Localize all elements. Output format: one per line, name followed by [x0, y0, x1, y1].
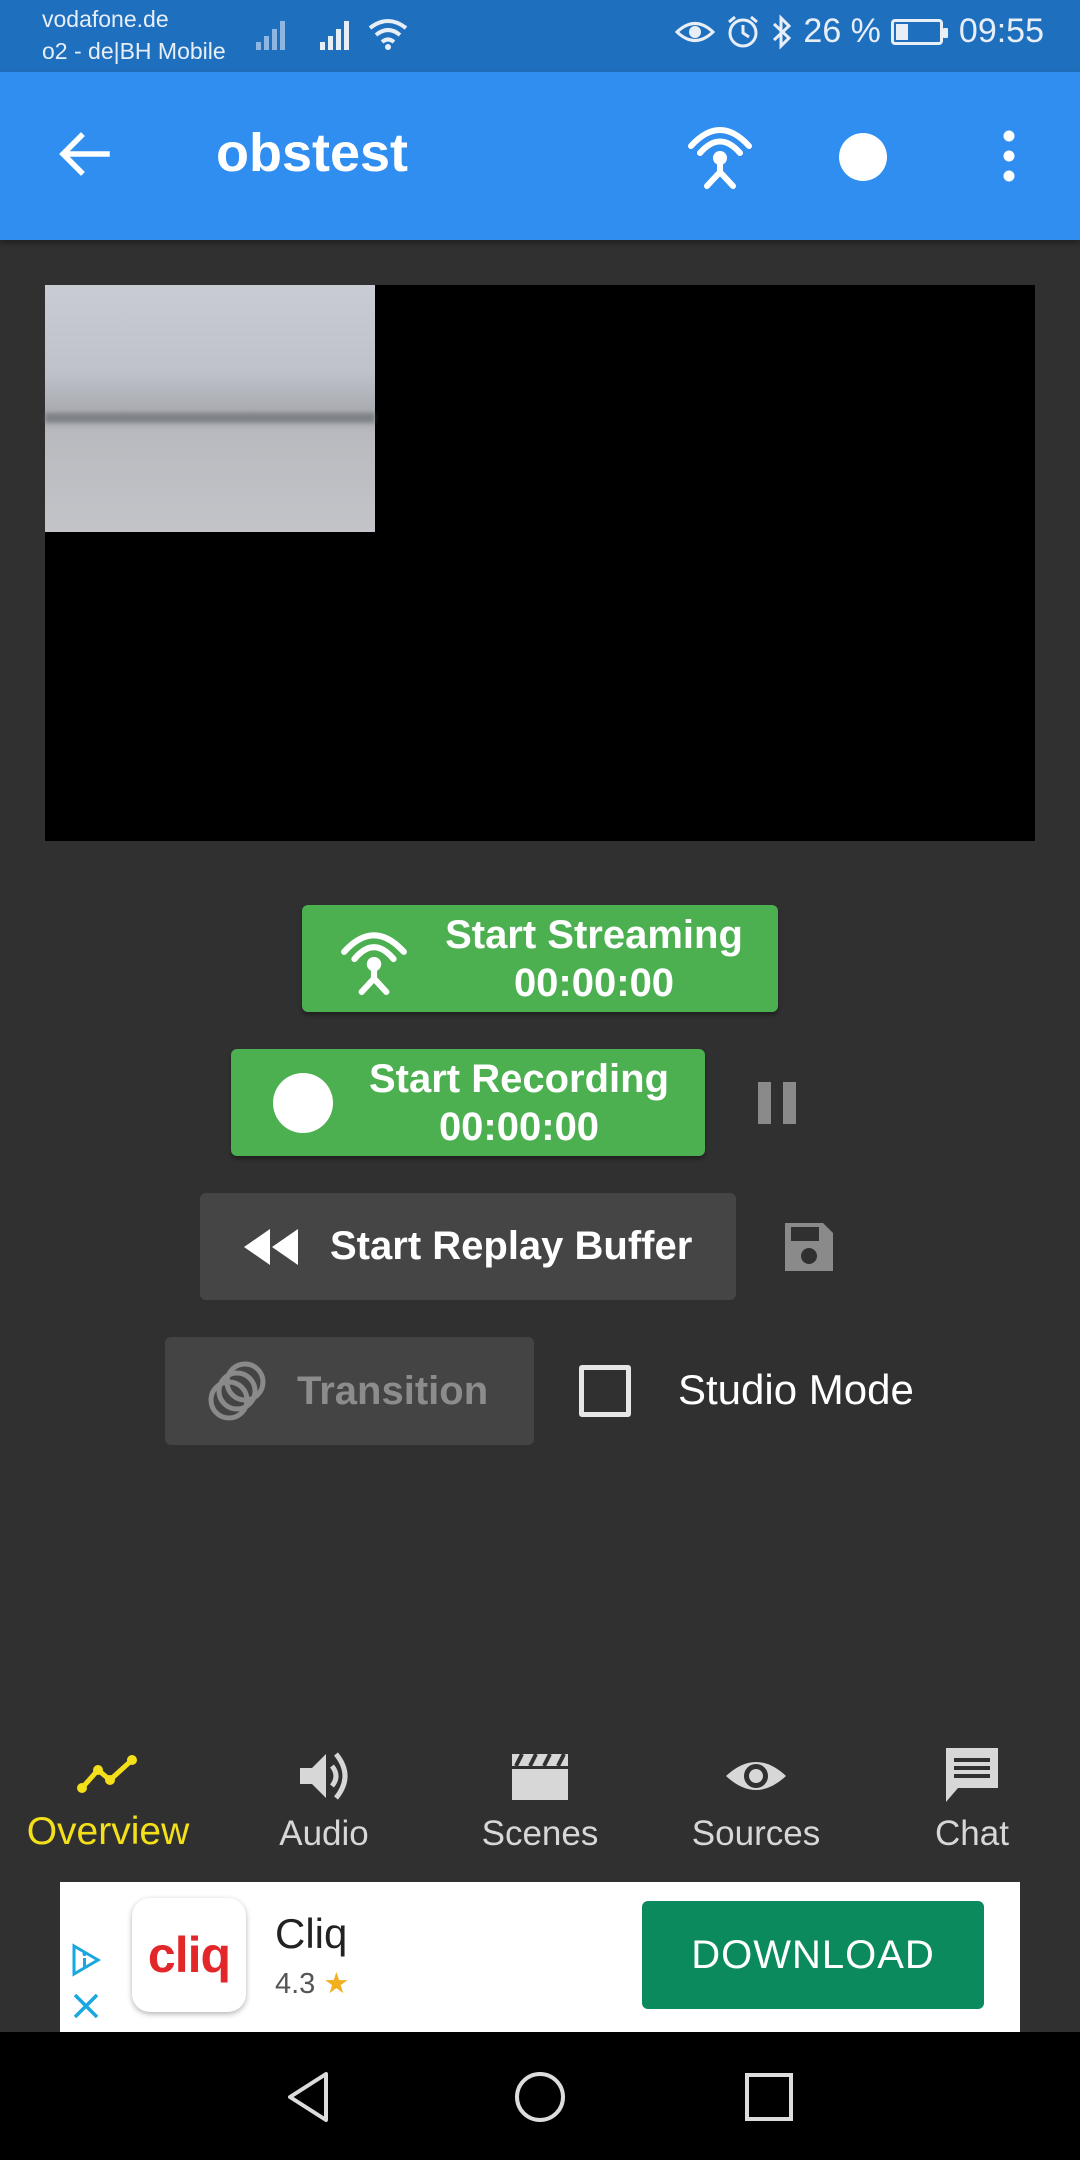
clock: 09:55: [958, 12, 1044, 50]
record-dot-icon[interactable]: [839, 133, 887, 181]
signal-icon: [256, 21, 285, 50]
streaming-antenna-icon[interactable]: [685, 120, 755, 190]
tab-scenes-label: Scenes: [481, 1814, 599, 1853]
recording-timer: 00:00:00: [438, 1104, 600, 1149]
start-streaming-button[interactable]: Start Streaming 00:00:00: [302, 905, 778, 1012]
bluetooth-icon: [773, 13, 792, 50]
save-icon[interactable]: [781, 1219, 837, 1275]
start-recording-button[interactable]: Start Recording 00:00:00: [231, 1049, 705, 1156]
bottom-navigation: Overview Audio Scenes Sources Chat: [0, 1730, 1080, 1880]
cliq-logo: cliq: [132, 1898, 246, 2012]
tab-audio[interactable]: Audio: [216, 1730, 432, 1854]
carrier-primary: vodafone.de: [42, 6, 169, 32]
eye-icon: [726, 1762, 786, 1790]
alarm-icon: [728, 15, 759, 47]
ad-banner[interactable]: cliq Cliq 4.3 ★ DOWNLOAD: [60, 1882, 1020, 2032]
streaming-timer: 00:00:00: [513, 960, 675, 1005]
nav-back-icon[interactable]: [282, 2070, 336, 2124]
camera-source-thumbnail: [45, 285, 375, 532]
start-replay-buffer-button[interactable]: Start Replay Buffer: [200, 1193, 736, 1300]
clapperboard-icon: [512, 1753, 568, 1800]
wifi-icon: [368, 19, 408, 50]
status-right: 26 % 09:55: [675, 12, 1044, 51]
speaker-icon: [300, 1752, 348, 1800]
studio-mode-label[interactable]: Studio Mode: [678, 1366, 914, 1414]
back-arrow-icon[interactable]: [55, 124, 115, 184]
star-icon: ★: [323, 1968, 350, 2000]
nav-recents-icon[interactable]: [742, 2070, 796, 2124]
start-recording-label: Start Recording: [368, 1056, 670, 1101]
trending-icon: [77, 1755, 137, 1793]
signal-roaming-icon: [320, 21, 349, 50]
streaming-antenna-icon: [341, 931, 407, 995]
tab-sources-label: Sources: [691, 1814, 821, 1853]
studio-mode-checkbox[interactable]: [579, 1365, 631, 1417]
tab-audio-label: Audio: [279, 1814, 369, 1853]
tab-chat[interactable]: Chat: [864, 1730, 1080, 1854]
ad-rating: 4.3 ★: [275, 1966, 349, 2001]
start-replay-buffer-label: Start Replay Buffer: [330, 1224, 693, 1268]
tab-chat-label: Chat: [935, 1814, 1009, 1853]
stream-preview: [45, 285, 1035, 841]
more-vert-icon[interactable]: [994, 126, 1024, 186]
eye-icon: [675, 21, 716, 42]
battery-icon: [890, 18, 948, 45]
pause-icon[interactable]: [758, 1082, 796, 1124]
download-button[interactable]: DOWNLOAD: [642, 1901, 984, 2009]
chat-icon: [946, 1748, 998, 1802]
transition-icon: [208, 1361, 266, 1421]
tab-overview-label: Overview: [26, 1810, 190, 1853]
start-streaming-label: Start Streaming: [445, 912, 743, 957]
tab-sources[interactable]: Sources: [648, 1730, 864, 1854]
tab-overview[interactable]: Overview: [0, 1730, 216, 1854]
record-dot-icon: [273, 1072, 333, 1133]
nav-home-icon[interactable]: [513, 2070, 567, 2124]
rewind-icon: [244, 1228, 298, 1265]
transition-label: Transition: [297, 1368, 489, 1413]
ad-rating-value: 4.3: [275, 1968, 316, 2000]
tab-scenes[interactable]: Scenes: [432, 1730, 648, 1854]
page-title: obstest: [216, 123, 409, 183]
system-navigation-bar: [0, 2032, 1080, 2160]
ad-app-name: Cliq: [275, 1910, 348, 1957]
app-bar: obstest: [0, 72, 1080, 240]
carrier-secondary: o2 - de|BH Mobile: [42, 38, 226, 64]
status-bar: vodafone.de o2 - de|BH Mobile 26 % 09:55: [0, 0, 1080, 72]
ad-choices-icon[interactable]: [68, 1942, 104, 1978]
transition-button[interactable]: Transition: [165, 1337, 534, 1445]
battery-percent: 26 %: [803, 12, 881, 50]
close-icon[interactable]: [72, 1992, 100, 2020]
